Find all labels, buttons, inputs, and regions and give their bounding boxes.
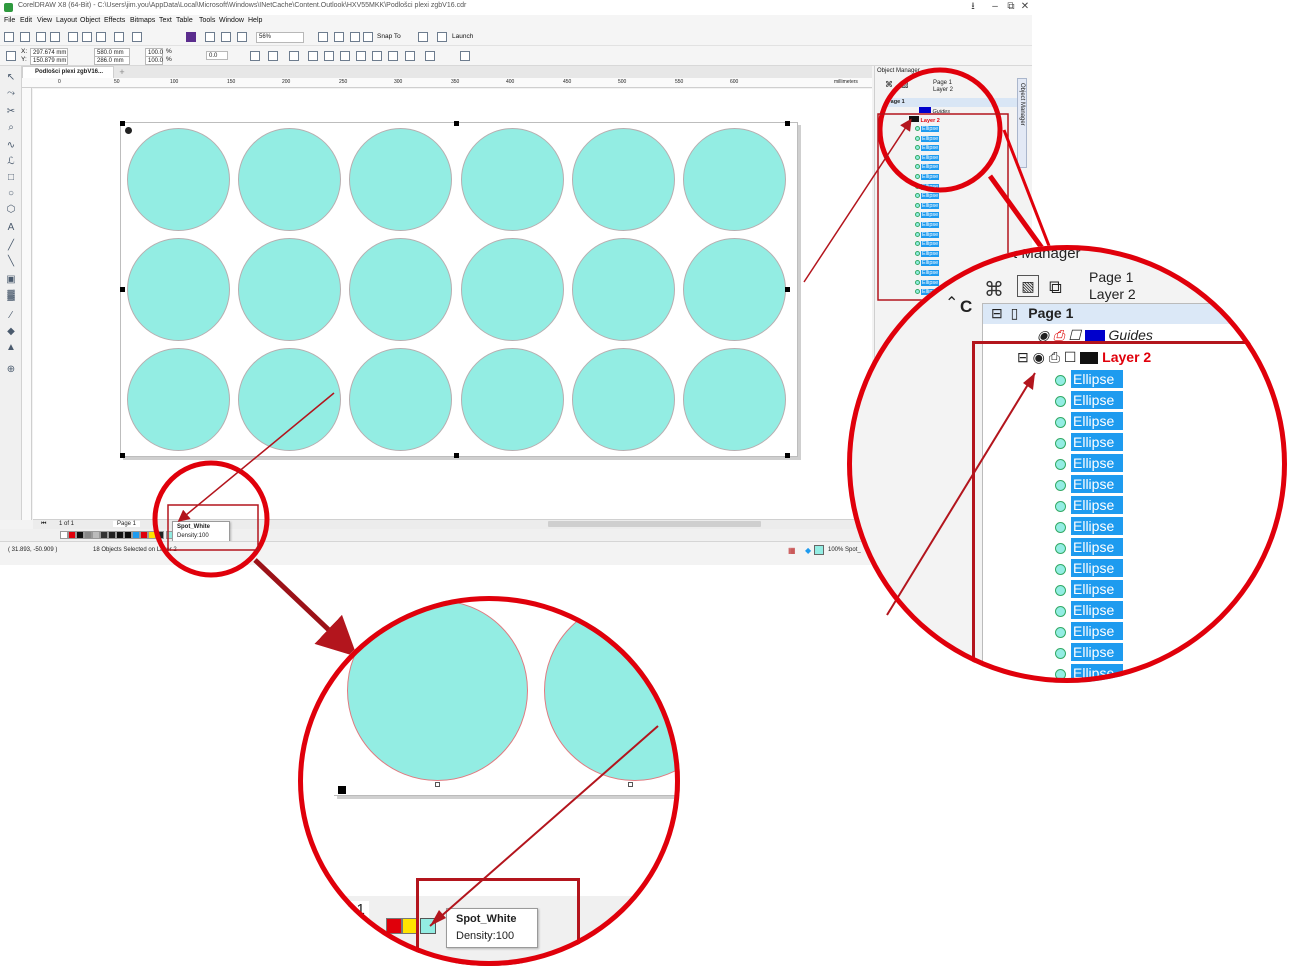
small-callout-circle-om [877,67,1003,193]
zoomed-arrow-layer [886,372,1036,616]
connector-om-zoom [987,174,1045,250]
zoomed-arrow-head [430,910,446,926]
zoom-lens-om-overlay [886,372,1036,616]
zoomed-arrow-swatch [429,725,659,927]
small-callout-circle-palette [152,460,270,578]
palette-highlight-rect [167,504,259,551]
arrow-circle-to-swatch [177,392,335,522]
zoomed-arrow-head-layer [1023,373,1035,390]
zoom-lens-palette-overlay [429,725,659,927]
